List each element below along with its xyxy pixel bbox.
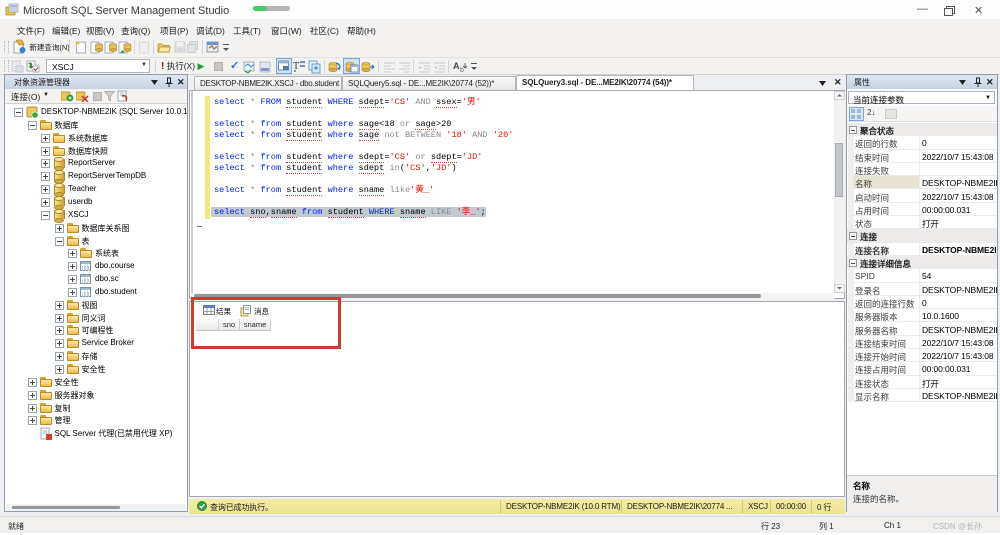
svg-text:A: A (453, 61, 460, 71)
svg-text:b: b (460, 67, 464, 73)
svg-text:T: T (293, 61, 299, 72)
